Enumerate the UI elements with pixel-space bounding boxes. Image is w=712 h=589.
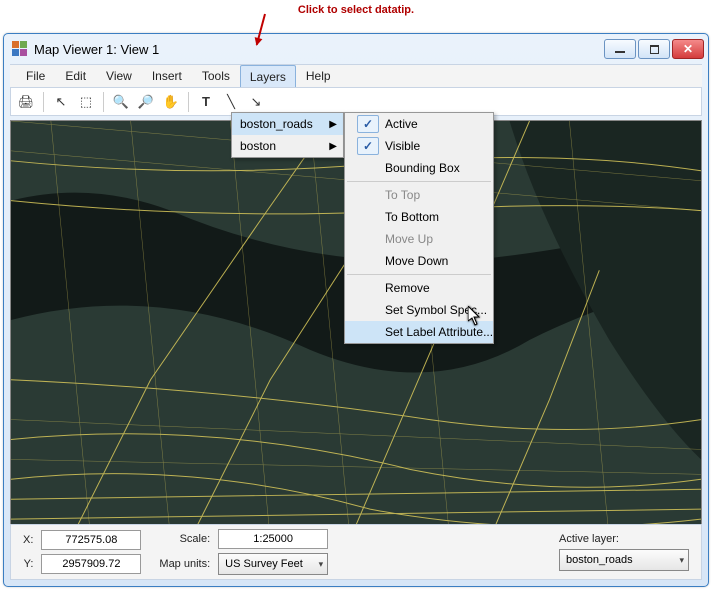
marquee-icon[interactable]: ⬚ — [75, 91, 97, 113]
statusbar: X: 772575.08 Y: 2957909.72 Scale: 1:2500… — [10, 524, 702, 580]
ctx-to-bottom[interactable]: To Bottom — [345, 206, 493, 228]
scale-field[interactable]: 1:25000 — [218, 529, 328, 549]
menubar: File Edit View Insert Tools Layers Help — [10, 64, 702, 88]
window-title: Map Viewer 1: View 1 — [34, 42, 604, 57]
layer-item-boston[interactable]: boston▶ — [232, 135, 343, 157]
chevron-right-icon: ▶ — [329, 141, 337, 152]
layer-item-boston-roads[interactable]: boston_roads▶ — [232, 113, 343, 135]
separator — [103, 92, 104, 112]
ctx-bounding-box[interactable]: Bounding Box — [345, 157, 493, 179]
print-icon[interactable]: 🖨 — [15, 91, 37, 113]
active-layer-select[interactable]: boston_roads — [559, 549, 689, 571]
titlebar[interactable]: Map Viewer 1: View 1 ✕ — [4, 34, 708, 64]
ctx-visible[interactable]: ✓Visible — [345, 135, 493, 157]
layers-dropdown: boston_roads▶ boston▶ — [231, 112, 344, 158]
units-select[interactable]: US Survey Feet — [218, 553, 328, 575]
y-label: Y: — [24, 558, 34, 570]
active-layer-label: Active layer: — [559, 533, 689, 545]
maximize-button[interactable] — [638, 39, 670, 59]
menu-edit[interactable]: Edit — [55, 65, 96, 87]
ctx-active[interactable]: ✓Active — [345, 113, 493, 135]
ctx-remove[interactable]: Remove — [345, 277, 493, 299]
zoom-in-icon[interactable]: 🔍 — [110, 91, 132, 113]
ctx-move-up: Move Up — [345, 228, 493, 250]
scale-label: Scale: — [180, 533, 211, 545]
zoom-out-icon[interactable]: 🔎 — [135, 91, 157, 113]
separator — [188, 92, 189, 112]
menu-help[interactable]: Help — [296, 65, 341, 87]
menu-insert[interactable]: Insert — [142, 65, 192, 87]
separator — [43, 92, 44, 112]
separator — [347, 274, 491, 275]
y-field: 2957909.72 — [41, 554, 141, 574]
select-icon[interactable]: ↖ — [50, 91, 72, 113]
ctx-to-top: To Top — [345, 184, 493, 206]
pan-icon[interactable]: ✋ — [160, 91, 182, 113]
text-tool-icon[interactable]: T — [195, 91, 217, 113]
x-field: 772575.08 — [41, 530, 141, 550]
check-icon: ✓ — [357, 137, 379, 155]
menu-tools[interactable]: Tools — [192, 65, 240, 87]
ctx-move-down[interactable]: Move Down — [345, 250, 493, 272]
arrow-tool-icon[interactable]: ↘ — [245, 91, 267, 113]
minimize-button[interactable] — [604, 39, 636, 59]
line-tool-icon[interactable]: ╲ — [220, 91, 242, 113]
check-icon: ✓ — [357, 115, 379, 133]
menu-view[interactable]: View — [96, 65, 142, 87]
app-window: Map Viewer 1: View 1 ✕ File Edit View In… — [3, 33, 709, 587]
separator — [347, 181, 491, 182]
menu-layers[interactable]: Layers — [240, 65, 296, 87]
x-label: X: — [23, 534, 33, 546]
chevron-right-icon: ▶ — [329, 119, 337, 130]
units-label: Map units: — [159, 558, 210, 570]
menu-file[interactable]: File — [16, 65, 55, 87]
close-button[interactable]: ✕ — [672, 39, 704, 59]
app-icon — [12, 41, 28, 57]
callout-text: Click to select datatip. — [298, 2, 414, 16]
mouse-cursor-icon — [468, 306, 482, 326]
